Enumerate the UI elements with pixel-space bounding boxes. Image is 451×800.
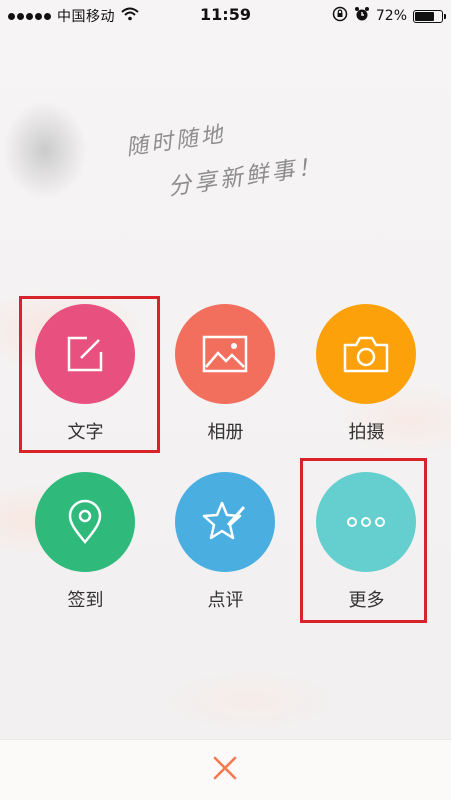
status-bar: 中国移动 11:59 72% (0, 0, 451, 32)
action-more[interactable]: 更多 (296, 468, 437, 618)
more-button[interactable] (316, 472, 416, 572)
camera-icon (343, 335, 389, 373)
battery-icon (413, 9, 446, 23)
review-button[interactable] (175, 472, 275, 572)
action-label-album: 相册 (207, 422, 244, 443)
action-label-review: 点评 (207, 590, 244, 611)
rotation-lock-icon (332, 6, 348, 26)
camera-button[interactable] (316, 304, 416, 404)
action-label-camera: 拍摄 (348, 422, 385, 443)
action-camera[interactable]: 拍摄 (296, 300, 437, 450)
battery-percent: 72% (375, 8, 407, 24)
more-dots-icon (346, 516, 386, 528)
action-checkin[interactable]: 签到 (15, 468, 156, 618)
battery-level (415, 11, 434, 21)
action-text[interactable]: 文字 (15, 300, 156, 450)
edit-icon (65, 334, 105, 374)
close-icon (212, 755, 238, 785)
alarm-clock-icon (354, 6, 370, 26)
location-pin-icon (67, 499, 103, 545)
slogan-line-2: 分享新鲜事！ (166, 153, 325, 201)
text-post-button[interactable] (35, 304, 135, 404)
close-button[interactable] (205, 750, 245, 790)
album-button[interactable] (175, 304, 275, 404)
action-label-more: 更多 (348, 590, 385, 611)
action-review[interactable]: 点评 (155, 468, 296, 618)
status-right: 72% (332, 5, 446, 27)
action-album[interactable]: 相册 (155, 300, 296, 450)
star-pen-icon (202, 499, 248, 545)
action-label-text: 文字 (67, 422, 104, 443)
image-icon (202, 335, 248, 373)
bottom-bar (0, 739, 451, 800)
slogan-line-1: 随时随地 (124, 122, 228, 161)
checkin-button[interactable] (35, 472, 135, 572)
action-label-checkin: 签到 (67, 590, 104, 611)
slogan: 随时随地 分享新鲜事！ (120, 120, 360, 210)
